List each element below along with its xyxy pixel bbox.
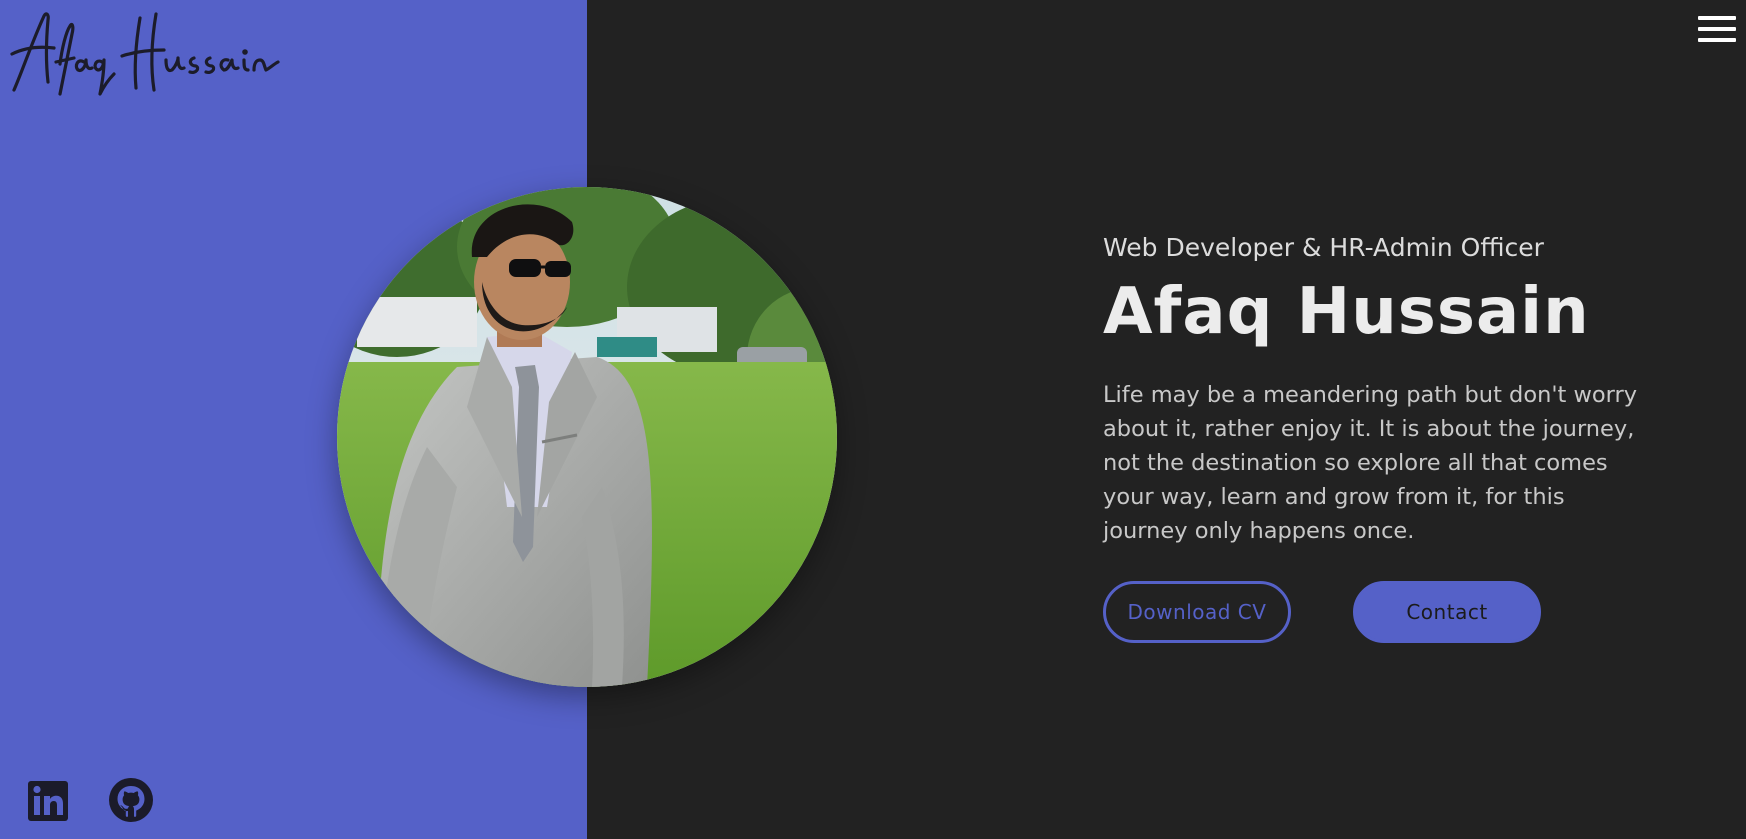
download-cv-button[interactable]: Download CV	[1103, 581, 1291, 643]
hero-bio: Life may be a meandering path but don't …	[1103, 382, 1638, 544]
signature-logo[interactable]	[4, 2, 284, 102]
menu-bar	[1698, 27, 1736, 31]
hamburger-menu-icon[interactable]	[1698, 14, 1738, 46]
hero-section: Web Developer & HR-Admin Officer Afaq Hu…	[1103, 230, 1663, 548]
page: Web Developer & HR-Admin Officer Afaq Hu…	[0, 0, 1746, 839]
hero-actions: Download CV Contact	[1103, 581, 1603, 645]
hero-subtitle: Web Developer & HR-Admin Officer	[1103, 233, 1544, 262]
menu-bar	[1698, 16, 1736, 20]
menu-bar	[1698, 38, 1736, 42]
github-icon[interactable]	[108, 777, 154, 823]
contact-button[interactable]: Contact	[1353, 581, 1541, 643]
hero-name: Afaq Hussain	[1103, 275, 1590, 349]
profile-photo	[337, 187, 837, 687]
linkedin-icon[interactable]	[26, 779, 70, 823]
